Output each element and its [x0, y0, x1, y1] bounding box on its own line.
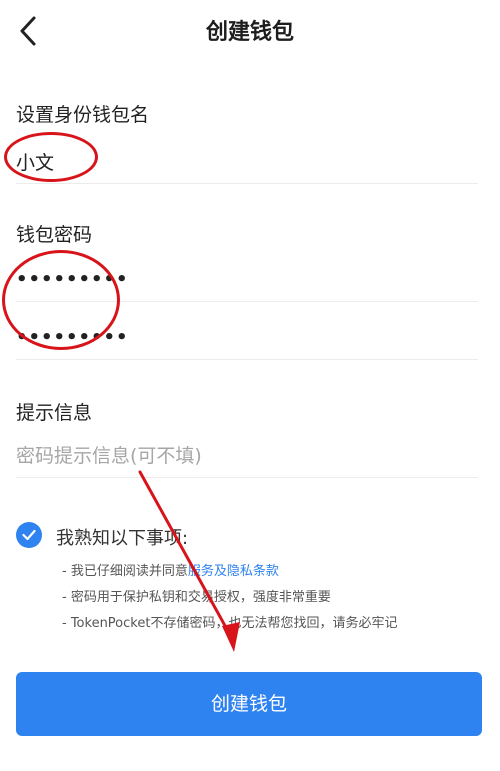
password-input[interactable] — [16, 258, 478, 302]
agreement-note-2: - 密码用于保护私钥和交易授权，强度非常重要 — [62, 590, 331, 605]
confirm-password-input[interactable] — [16, 316, 478, 360]
terms-link[interactable]: 服务及隐私条款 — [188, 564, 279, 579]
agreement-checkbox[interactable] — [16, 522, 42, 548]
create-wallet-button[interactable]: 创建钱包 — [16, 672, 482, 736]
wallet-name-label: 设置身份钱包名 — [16, 104, 150, 126]
password-label: 钱包密码 — [16, 224, 93, 246]
agreement-note-1: - 我已仔细阅读并同意服务及隐私条款 — [62, 560, 279, 579]
hint-input[interactable] — [16, 434, 478, 478]
header: 创建钱包 — [0, 0, 500, 64]
wallet-name-input[interactable] — [16, 140, 478, 184]
page-title: 创建钱包 — [205, 20, 294, 45]
agreement-note-3: - TokenPocket不存储密码，也无法帮您找回，请务必牢记 — [62, 616, 398, 631]
agreement-title: 我熟知以下事项: — [56, 528, 189, 549]
hint-label: 提示信息 — [16, 402, 93, 424]
checkmark-icon — [22, 529, 36, 541]
agreement-note-1-text: - 我已仔细阅读并同意 — [62, 564, 188, 579]
